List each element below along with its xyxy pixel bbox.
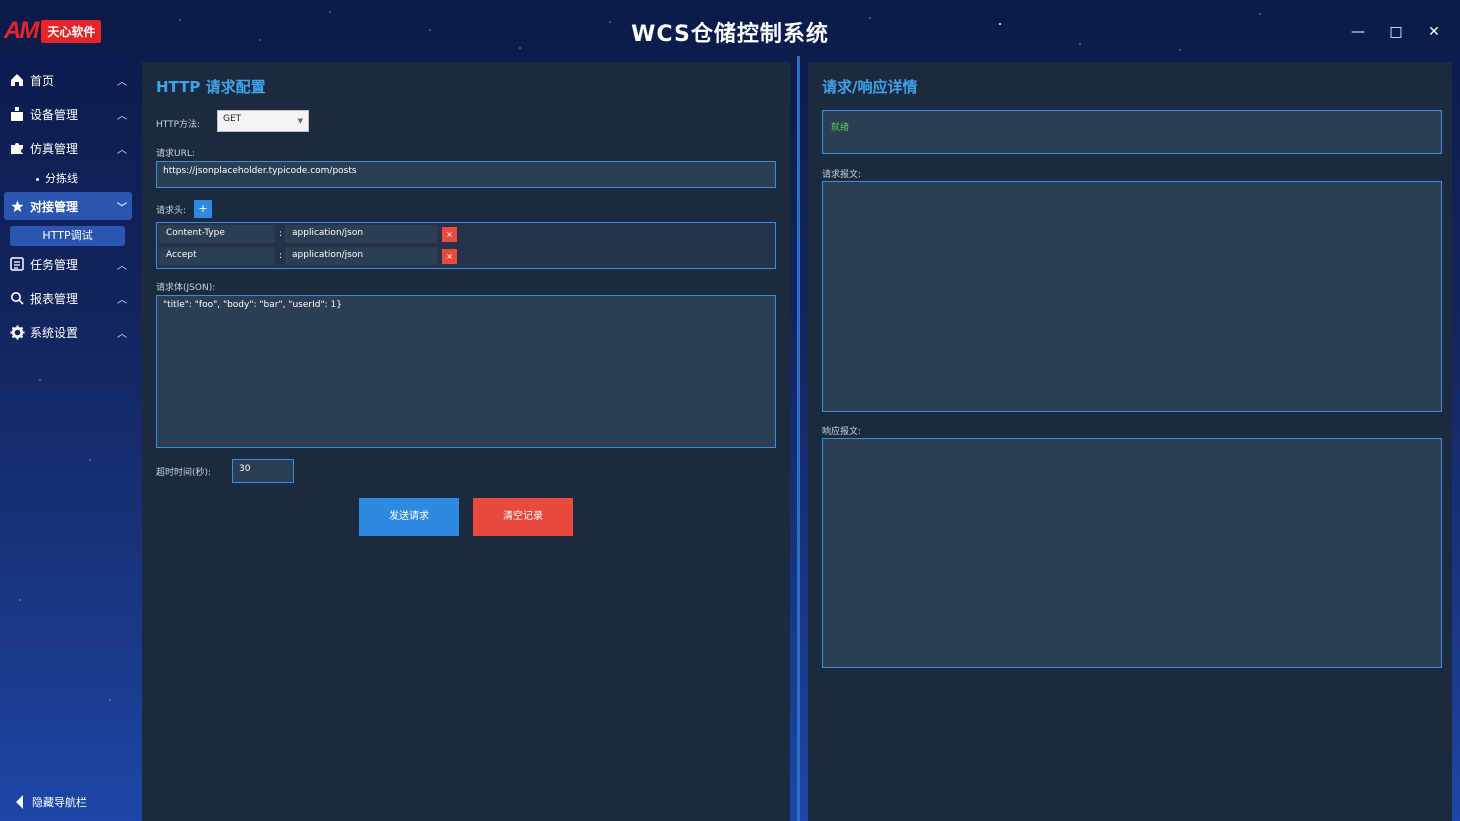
header-separator: : xyxy=(279,229,283,239)
request-message-label: 请求报文: xyxy=(822,170,862,180)
sidebar-item-reports[interactable]: 报表管理 ︿ xyxy=(4,284,132,312)
chevron-up-icon: ︿ xyxy=(117,76,127,88)
minimize-button[interactable]: — xyxy=(1344,20,1372,44)
task-icon xyxy=(4,257,30,271)
sidebar-item-label: 首页 xyxy=(30,73,55,88)
headers-label: 请求头: xyxy=(156,206,187,216)
timeout-input[interactable]: 30 xyxy=(232,459,294,483)
gear-icon xyxy=(4,324,30,340)
add-header-button[interactable]: + xyxy=(194,200,212,218)
panel-title: HTTP 请求配置 xyxy=(156,78,266,96)
star-icon xyxy=(4,199,30,213)
url-input[interactable]: https://jsonplaceholder.typicode.com/pos… xyxy=(156,161,776,188)
sidebar-item-label: 报表管理 xyxy=(30,291,79,306)
sidebar-subitem-http-debug[interactable]: HTTP调试 xyxy=(10,226,125,246)
sidebar-item-label: 设备管理 xyxy=(30,107,79,122)
method-select[interactable]: GET ▼ xyxy=(217,110,309,132)
sidebar-item-label: 对接管理 xyxy=(30,199,79,214)
delete-header-button[interactable]: × xyxy=(442,227,457,242)
delete-header-button[interactable]: × xyxy=(442,249,457,264)
panel-title: 请求/响应详情 xyxy=(822,78,918,96)
timeout-label: 超时时间(秒): xyxy=(156,468,212,478)
body-textarea[interactable]: "title": "foo", "body": "bar", "userId":… xyxy=(156,295,776,448)
caret-left-icon xyxy=(16,795,23,809)
search-icon xyxy=(4,291,30,305)
device-icon xyxy=(4,107,30,121)
chevron-down-icon: ▼ xyxy=(297,117,303,125)
sidebar-item-label: 仿真管理 xyxy=(30,141,79,156)
chevron-up-icon: ︿ xyxy=(117,328,127,340)
header-key-input[interactable]: Accept xyxy=(159,247,275,265)
sidebar-item-simulation[interactable]: 仿真管理 ︿ xyxy=(4,134,132,162)
home-icon xyxy=(4,73,30,87)
response-message-textarea[interactable] xyxy=(822,438,1442,668)
sidebar-item-docking[interactable]: 对接管理 ﹀ xyxy=(4,192,132,220)
clear-records-button[interactable]: 清空记录 xyxy=(473,498,573,536)
response-message-label: 响应报文: xyxy=(822,427,862,437)
sidebar-item-label: 系统设置 xyxy=(30,325,79,340)
headers-table: Content-Type : application/json × Accept… xyxy=(156,222,776,269)
sidebar-item-devices[interactable]: 设备管理 ︿ xyxy=(4,100,132,128)
bullet-icon xyxy=(36,177,39,181)
header-value-input[interactable]: application/json xyxy=(285,247,437,265)
panel-divider xyxy=(797,56,800,821)
method-label: HTTP方法: xyxy=(156,120,201,130)
request-response-panel: 请求/响应详情 就绪 请求报文: 响应报文: xyxy=(808,62,1452,821)
sidebar-item-tasks[interactable]: 任务管理 ︿ xyxy=(4,250,132,278)
status-text: 就绪 xyxy=(831,123,850,133)
hide-nav-button[interactable]: 隐藏导航栏 xyxy=(16,794,87,810)
request-config-panel: HTTP 请求配置 HTTP方法: GET ▼ 请求URL: https://j… xyxy=(142,62,790,821)
chevron-up-icon: ︿ xyxy=(117,294,127,306)
sidebar-subitem-sorting-line[interactable]: 分拣线 xyxy=(36,170,78,186)
header-key-input[interactable]: Content-Type xyxy=(159,225,275,243)
chevron-up-icon: ︿ xyxy=(117,110,127,122)
chevron-up-icon: ︿ xyxy=(117,144,127,156)
sidebar-item-settings[interactable]: 系统设置 ︿ xyxy=(4,318,132,346)
chevron-up-icon: ︿ xyxy=(117,260,127,272)
title-bar: AM 天心软件 WCS仓储控制系统 — □ ✕ xyxy=(0,0,1460,60)
body-label: 请求体(JSON): xyxy=(156,283,216,293)
maximize-button[interactable]: □ xyxy=(1382,20,1410,44)
chevron-down-icon: ﹀ xyxy=(117,202,127,214)
header-separator: : xyxy=(279,251,283,261)
status-box: 就绪 xyxy=(822,110,1442,154)
header-value-input[interactable]: application/json xyxy=(285,225,437,243)
sidebar: 首页 ︿ 设备管理 ︿ 仿真管理 ︿ 分拣线 对接管理 ﹀ HTTP调试 任务管… xyxy=(0,62,136,821)
sidebar-item-label: 任务管理 xyxy=(30,257,79,272)
puzzle-icon xyxy=(4,141,30,155)
sidebar-item-home[interactable]: 首页 ︿ xyxy=(4,66,132,94)
close-button[interactable]: ✕ xyxy=(1420,20,1448,44)
url-label: 请求URL: xyxy=(156,149,195,159)
hide-nav-label: 隐藏导航栏 xyxy=(32,796,87,809)
request-message-textarea[interactable] xyxy=(822,181,1442,412)
app-title: WCS仓储控制系统 xyxy=(631,22,829,47)
send-request-button[interactable]: 发送请求 xyxy=(359,498,459,536)
